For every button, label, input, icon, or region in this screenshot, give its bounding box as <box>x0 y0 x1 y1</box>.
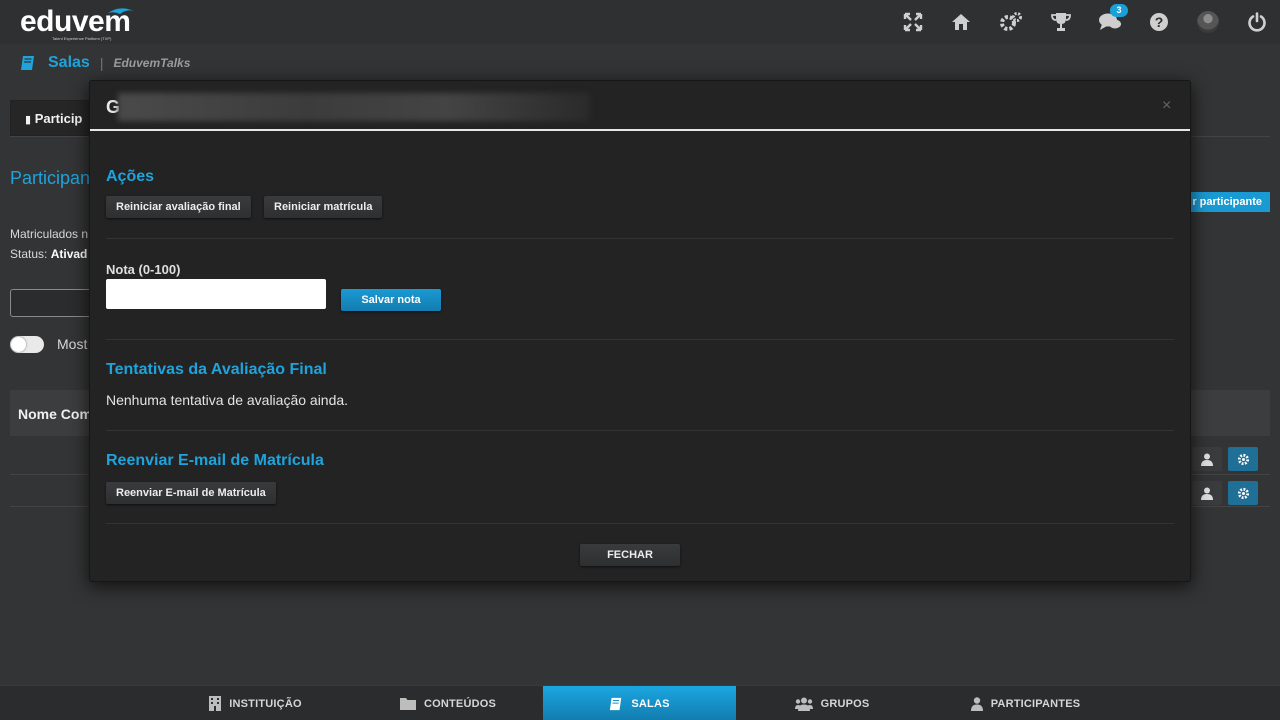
toggle-label: Most <box>57 336 88 352</box>
help-icon[interactable]: ? <box>1147 10 1171 34</box>
breadcrumb-section[interactable]: Salas <box>48 54 90 72</box>
bottom-nav: INSTITUIÇÃO CONTEÚDOS SALAS GRUPOS PARTI… <box>0 685 1280 720</box>
enrolled-label: Matriculados n <box>10 227 89 241</box>
row-settings-button[interactable] <box>1228 447 1258 471</box>
user-icon <box>970 696 983 711</box>
row-settings-button[interactable] <box>1228 481 1258 505</box>
reset-final-eval-button[interactable]: Reiniciar avaliação final <box>106 196 251 218</box>
modal-header-divider <box>90 129 1190 131</box>
tab-participants-label: Particip <box>34 111 83 126</box>
resend-title: Reenviar E-mail de Matrícula <box>106 452 324 469</box>
attempts-empty-text: Nenhuma tentativa de avaliação ainda. <box>106 392 349 408</box>
user-icon <box>1201 487 1213 500</box>
book-icon <box>610 697 622 710</box>
attempts-title: Tentativas da Avaliação Final <box>106 361 327 378</box>
settings-icon[interactable] <box>999 10 1023 34</box>
status-label: Status: <box>10 247 48 261</box>
breadcrumb-separator: | <box>99 55 104 71</box>
actions-title: Ações <box>106 168 155 185</box>
nav-item-institution[interactable]: INSTITUIÇÃO <box>158 686 353 720</box>
nav-item-groups[interactable]: GRUPOS <box>736 686 928 720</box>
grade-label: Nota (0-100) <box>106 262 181 277</box>
section-divider <box>106 523 1174 524</box>
eduvem-logo[interactable]: eduvem Talent Experience Platform (TXP) <box>20 3 140 43</box>
grade-input[interactable] <box>106 279 326 309</box>
nav-label: INSTITUIÇÃO <box>229 697 302 710</box>
add-participant-button[interactable]: r participante <box>1180 192 1270 212</box>
redacted-name <box>118 93 590 121</box>
tab-book-icon: ▮ <box>25 114 32 126</box>
building-icon <box>209 696 222 711</box>
resend-email-button[interactable]: Reenviar E-mail de Matrícula <box>106 482 276 504</box>
save-grade-button[interactable]: Salvar nota <box>341 289 441 311</box>
close-button[interactable]: FECHAR <box>580 544 680 566</box>
breadcrumb-current: EduvemTalks <box>113 56 191 70</box>
user-avatar[interactable] <box>1197 11 1219 33</box>
nav-item-contents[interactable]: CONTEÚDOS <box>353 686 543 720</box>
svg-text:?: ? <box>1155 14 1164 30</box>
status-line: Status: Ativad <box>10 247 87 261</box>
breadcrumb: Salas | EduvemTalks <box>20 52 190 74</box>
power-icon[interactable] <box>1245 10 1269 34</box>
home-icon[interactable] <box>949 10 973 34</box>
folder-icon <box>399 698 416 710</box>
nav-item-participants[interactable]: PARTICIPANTES <box>928 686 1123 720</box>
section-divider <box>106 430 1174 431</box>
notification-badge: 3 <box>1110 4 1128 17</box>
fullscreen-icon[interactable] <box>901 10 925 34</box>
logo-tagline: Talent Experience Platform (TXP) <box>52 36 112 41</box>
nav-label: SALAS <box>631 697 670 710</box>
participant-modal: G × Ações Reiniciar avaliação final Rein… <box>89 80 1191 582</box>
reset-enrollment-button[interactable]: Reiniciar matrícula <box>264 196 383 218</box>
trophy-icon[interactable] <box>1049 10 1073 34</box>
user-icon <box>1201 453 1213 466</box>
top-bar: eduvem Talent Experience Platform (TXP) <box>0 0 1280 44</box>
nav-label: CONTEÚDOS <box>423 697 497 710</box>
show-toggle[interactable] <box>10 336 44 353</box>
gear-icon <box>1237 487 1249 499</box>
close-icon[interactable]: × <box>1162 97 1171 115</box>
gear-icon <box>1237 453 1249 465</box>
column-header-name[interactable]: Nome Com <box>18 406 92 422</box>
section-divider <box>106 339 1174 340</box>
group-icon <box>794 697 813 711</box>
page-heading: Participan <box>10 168 91 188</box>
row-user-button[interactable] <box>1192 447 1222 471</box>
row-user-button[interactable] <box>1192 481 1222 505</box>
nav-item-rooms[interactable]: SALAS <box>543 686 736 720</box>
status-value: Ativad <box>50 247 88 261</box>
nav-label: PARTICIPANTES <box>990 697 1081 710</box>
section-divider <box>106 238 1174 239</box>
graduation-hat-icon <box>108 8 134 14</box>
book-icon <box>21 56 34 70</box>
nav-label: GRUPOS <box>820 697 870 710</box>
